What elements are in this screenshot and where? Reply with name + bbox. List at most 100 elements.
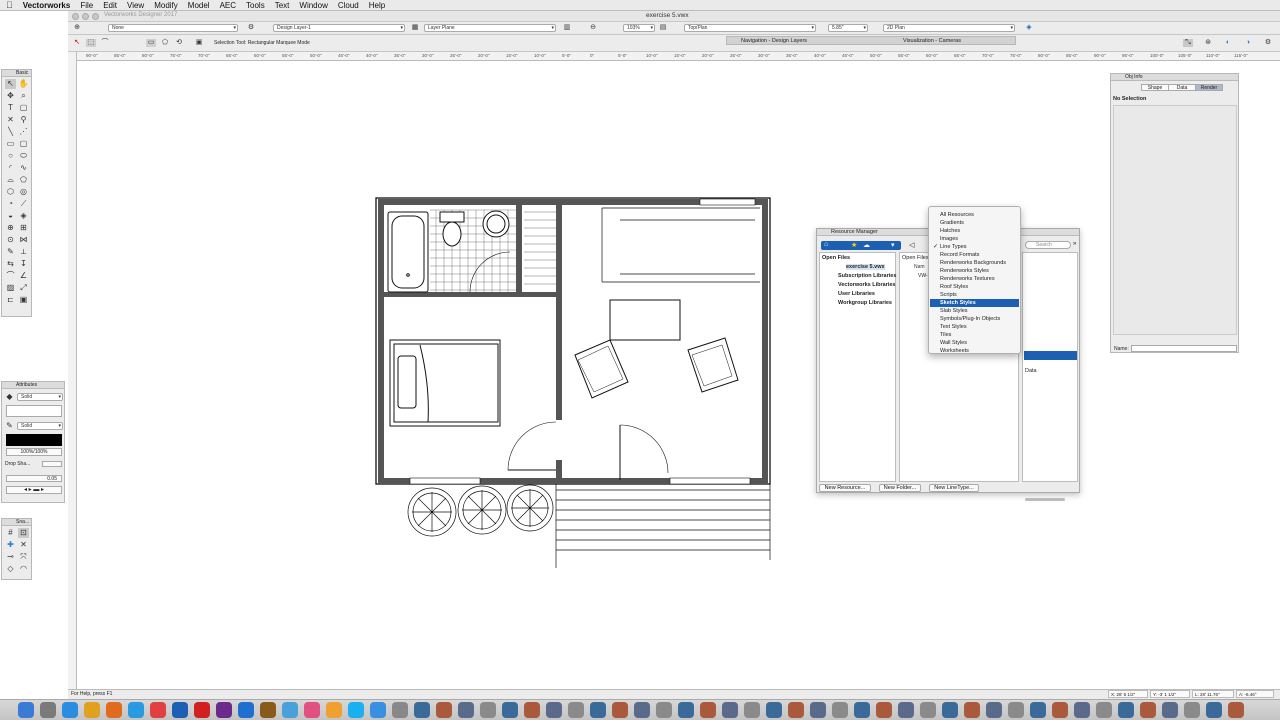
settings-icon[interactable]: ⚙ bbox=[1263, 39, 1273, 47]
tab-render[interactable]: Render bbox=[1196, 85, 1222, 91]
dock-app-icon[interactable] bbox=[546, 702, 562, 718]
line-weight-field[interactable]: 0.05 bbox=[6, 475, 62, 482]
tree-subscription-libraries[interactable]: Subscription Libraries bbox=[838, 273, 896, 279]
dock-app-icon[interactable] bbox=[942, 702, 958, 718]
acrobat-icon[interactable] bbox=[194, 702, 210, 718]
horizontal-scrollbar[interactable] bbox=[1025, 498, 1065, 501]
menu-item-line-types[interactable]: ✓ Line Types bbox=[930, 243, 1019, 251]
view-options-icon[interactable]: ▥ bbox=[562, 24, 572, 32]
connect-tool-icon[interactable]: ⟋ bbox=[18, 199, 29, 209]
pen-style-select[interactable]: Solid bbox=[17, 422, 63, 430]
dock-app-icon[interactable] bbox=[898, 702, 914, 718]
line-tool-icon[interactable]: ╲ bbox=[5, 127, 16, 137]
render-mode-select[interactable]: 2D Plan bbox=[883, 24, 1015, 32]
clip-tool-icon[interactable]: ◒ bbox=[5, 211, 16, 221]
dock-app-icon[interactable] bbox=[1206, 702, 1222, 718]
dock-app-icon[interactable] bbox=[590, 702, 606, 718]
chrome-icon[interactable] bbox=[84, 702, 100, 718]
menu-model[interactable]: Model bbox=[188, 1, 210, 10]
split-tool-icon[interactable]: ⊞ bbox=[18, 223, 29, 233]
tree-vectorworks-libraries[interactable]: Vectorworks Libraries bbox=[838, 282, 895, 288]
dock-app-icon[interactable] bbox=[1096, 702, 1112, 718]
dock-app-icon[interactable] bbox=[920, 702, 936, 718]
menu-item-scripts[interactable]: Scripts bbox=[930, 291, 1019, 299]
dock-app-icon[interactable] bbox=[964, 702, 980, 718]
dock-app-icon[interactable] bbox=[634, 702, 650, 718]
eyedropper-tool-icon[interactable]: ⚲ bbox=[18, 115, 29, 125]
snap-tangent-icon[interactable]: ◠ bbox=[18, 564, 29, 574]
menu-file[interactable]: File bbox=[80, 1, 93, 10]
dock-app-icon[interactable] bbox=[832, 702, 848, 718]
snap-angle-icon[interactable]: ✚ bbox=[5, 540, 16, 550]
dock-app-icon[interactable] bbox=[1228, 702, 1244, 718]
dock-app-icon[interactable] bbox=[1162, 702, 1178, 718]
viewport-tool-icon[interactable]: ⊏ bbox=[5, 295, 16, 305]
dock-app-icon[interactable] bbox=[766, 702, 782, 718]
views-icon[interactable]: ◐ bbox=[1223, 39, 1233, 47]
snap-icon[interactable]: ⤡ bbox=[1183, 39, 1193, 47]
snap-object-icon[interactable]: ⊡ bbox=[18, 528, 29, 538]
class-options-icon[interactable]: ⚙ bbox=[246, 24, 256, 32]
flyover-icon[interactable]: ⊛ bbox=[1203, 39, 1213, 47]
navigation-palette-tab[interactable]: Navigation - Design Layers bbox=[741, 38, 807, 44]
dock-app-icon[interactable] bbox=[1074, 702, 1090, 718]
menu-item-all-resources[interactable]: All Resources bbox=[930, 211, 1019, 219]
search-options-icon[interactable]: » bbox=[1073, 241, 1076, 247]
trash-icon[interactable] bbox=[392, 702, 408, 718]
snap-smart-points-icon[interactable]: ⤧ bbox=[18, 552, 29, 562]
photos-icon[interactable] bbox=[326, 702, 342, 718]
fit-page-icon[interactable]: ▤ bbox=[658, 24, 668, 32]
dock-app-icon[interactable] bbox=[1052, 702, 1068, 718]
tab-data[interactable]: Data bbox=[1169, 85, 1196, 91]
snap-intersection-icon[interactable]: ✕ bbox=[18, 540, 29, 550]
class-select[interactable]: None bbox=[108, 24, 238, 32]
hatch-tool-icon[interactable]: ▨ bbox=[5, 283, 16, 293]
tree-open-files[interactable]: Open Files bbox=[822, 255, 850, 261]
dock-app-icon[interactable] bbox=[568, 702, 584, 718]
circle-tool-icon[interactable]: ○ bbox=[5, 151, 16, 161]
tree-workgroup-libraries[interactable]: Workgroup Libraries bbox=[838, 300, 892, 306]
menu-item-wall-styles[interactable]: Wall Styles bbox=[930, 339, 1019, 347]
dock-app-icon[interactable] bbox=[744, 702, 760, 718]
itunes-icon[interactable] bbox=[304, 702, 320, 718]
apple-menu-icon[interactable]:  bbox=[6, 0, 13, 10]
menu-item-slab-styles[interactable]: Slab Styles bbox=[930, 307, 1019, 315]
app-store-icon[interactable] bbox=[62, 702, 78, 718]
menu-item-hatches[interactable]: Hatches bbox=[930, 227, 1019, 235]
elevation-field[interactable]: 5.85" bbox=[828, 24, 868, 32]
projection-icon[interactable]: ◈ bbox=[1024, 24, 1034, 32]
double-line-tool-icon[interactable]: ⋰ bbox=[18, 127, 29, 137]
selection-tool-icon[interactable]: ↖ bbox=[5, 79, 16, 89]
dock-app-icon[interactable] bbox=[524, 702, 540, 718]
menu-aec[interactable]: AEC bbox=[220, 1, 236, 10]
safari-icon[interactable] bbox=[128, 702, 144, 718]
snap-grid-icon[interactable]: # bbox=[5, 528, 16, 538]
dock-app-icon[interactable] bbox=[414, 702, 430, 718]
skype-icon[interactable] bbox=[348, 702, 364, 718]
marquee-mode-icon[interactable]: ⬚ bbox=[86, 39, 96, 47]
render-icon[interactable]: ◑ bbox=[1243, 39, 1253, 47]
dock-app-icon[interactable] bbox=[1140, 702, 1156, 718]
menu-tools[interactable]: Tools bbox=[246, 1, 265, 10]
view-select[interactable]: Top/Plan bbox=[684, 24, 816, 32]
fill-preview[interactable] bbox=[6, 405, 62, 417]
locus-tool-icon[interactable]: ✕ bbox=[5, 115, 16, 125]
rounded-rectangle-tool-icon[interactable]: ▢ bbox=[18, 139, 29, 149]
back-icon[interactable]: ◁ bbox=[909, 241, 914, 249]
pointer-icon[interactable]: ↖ bbox=[72, 39, 82, 47]
zoom-select[interactable]: 103% bbox=[623, 24, 655, 32]
close-window-button[interactable] bbox=[72, 13, 79, 20]
new-folder-button[interactable]: New Folder... bbox=[879, 484, 921, 492]
menu-item-roof-styles[interactable]: Roof Styles bbox=[930, 283, 1019, 291]
text-tool-icon[interactable]: T bbox=[5, 103, 16, 113]
zoom-out-icon[interactable]: ⊖ bbox=[588, 24, 598, 32]
poly-mode-icon[interactable]: ⬠ bbox=[160, 39, 170, 47]
pan-tool-icon[interactable]: ✋ bbox=[18, 79, 29, 89]
menu-modify[interactable]: Modify bbox=[154, 1, 178, 10]
library-menu-icon[interactable]: ▾ bbox=[891, 241, 895, 249]
polyline-tool-icon[interactable]: ⌓ bbox=[5, 175, 16, 185]
name-column-header[interactable]: Nam bbox=[914, 264, 925, 270]
frame-tool-icon[interactable]: ▣ bbox=[18, 295, 29, 305]
dock-app-icon[interactable] bbox=[854, 702, 870, 718]
mail-icon[interactable] bbox=[370, 702, 386, 718]
